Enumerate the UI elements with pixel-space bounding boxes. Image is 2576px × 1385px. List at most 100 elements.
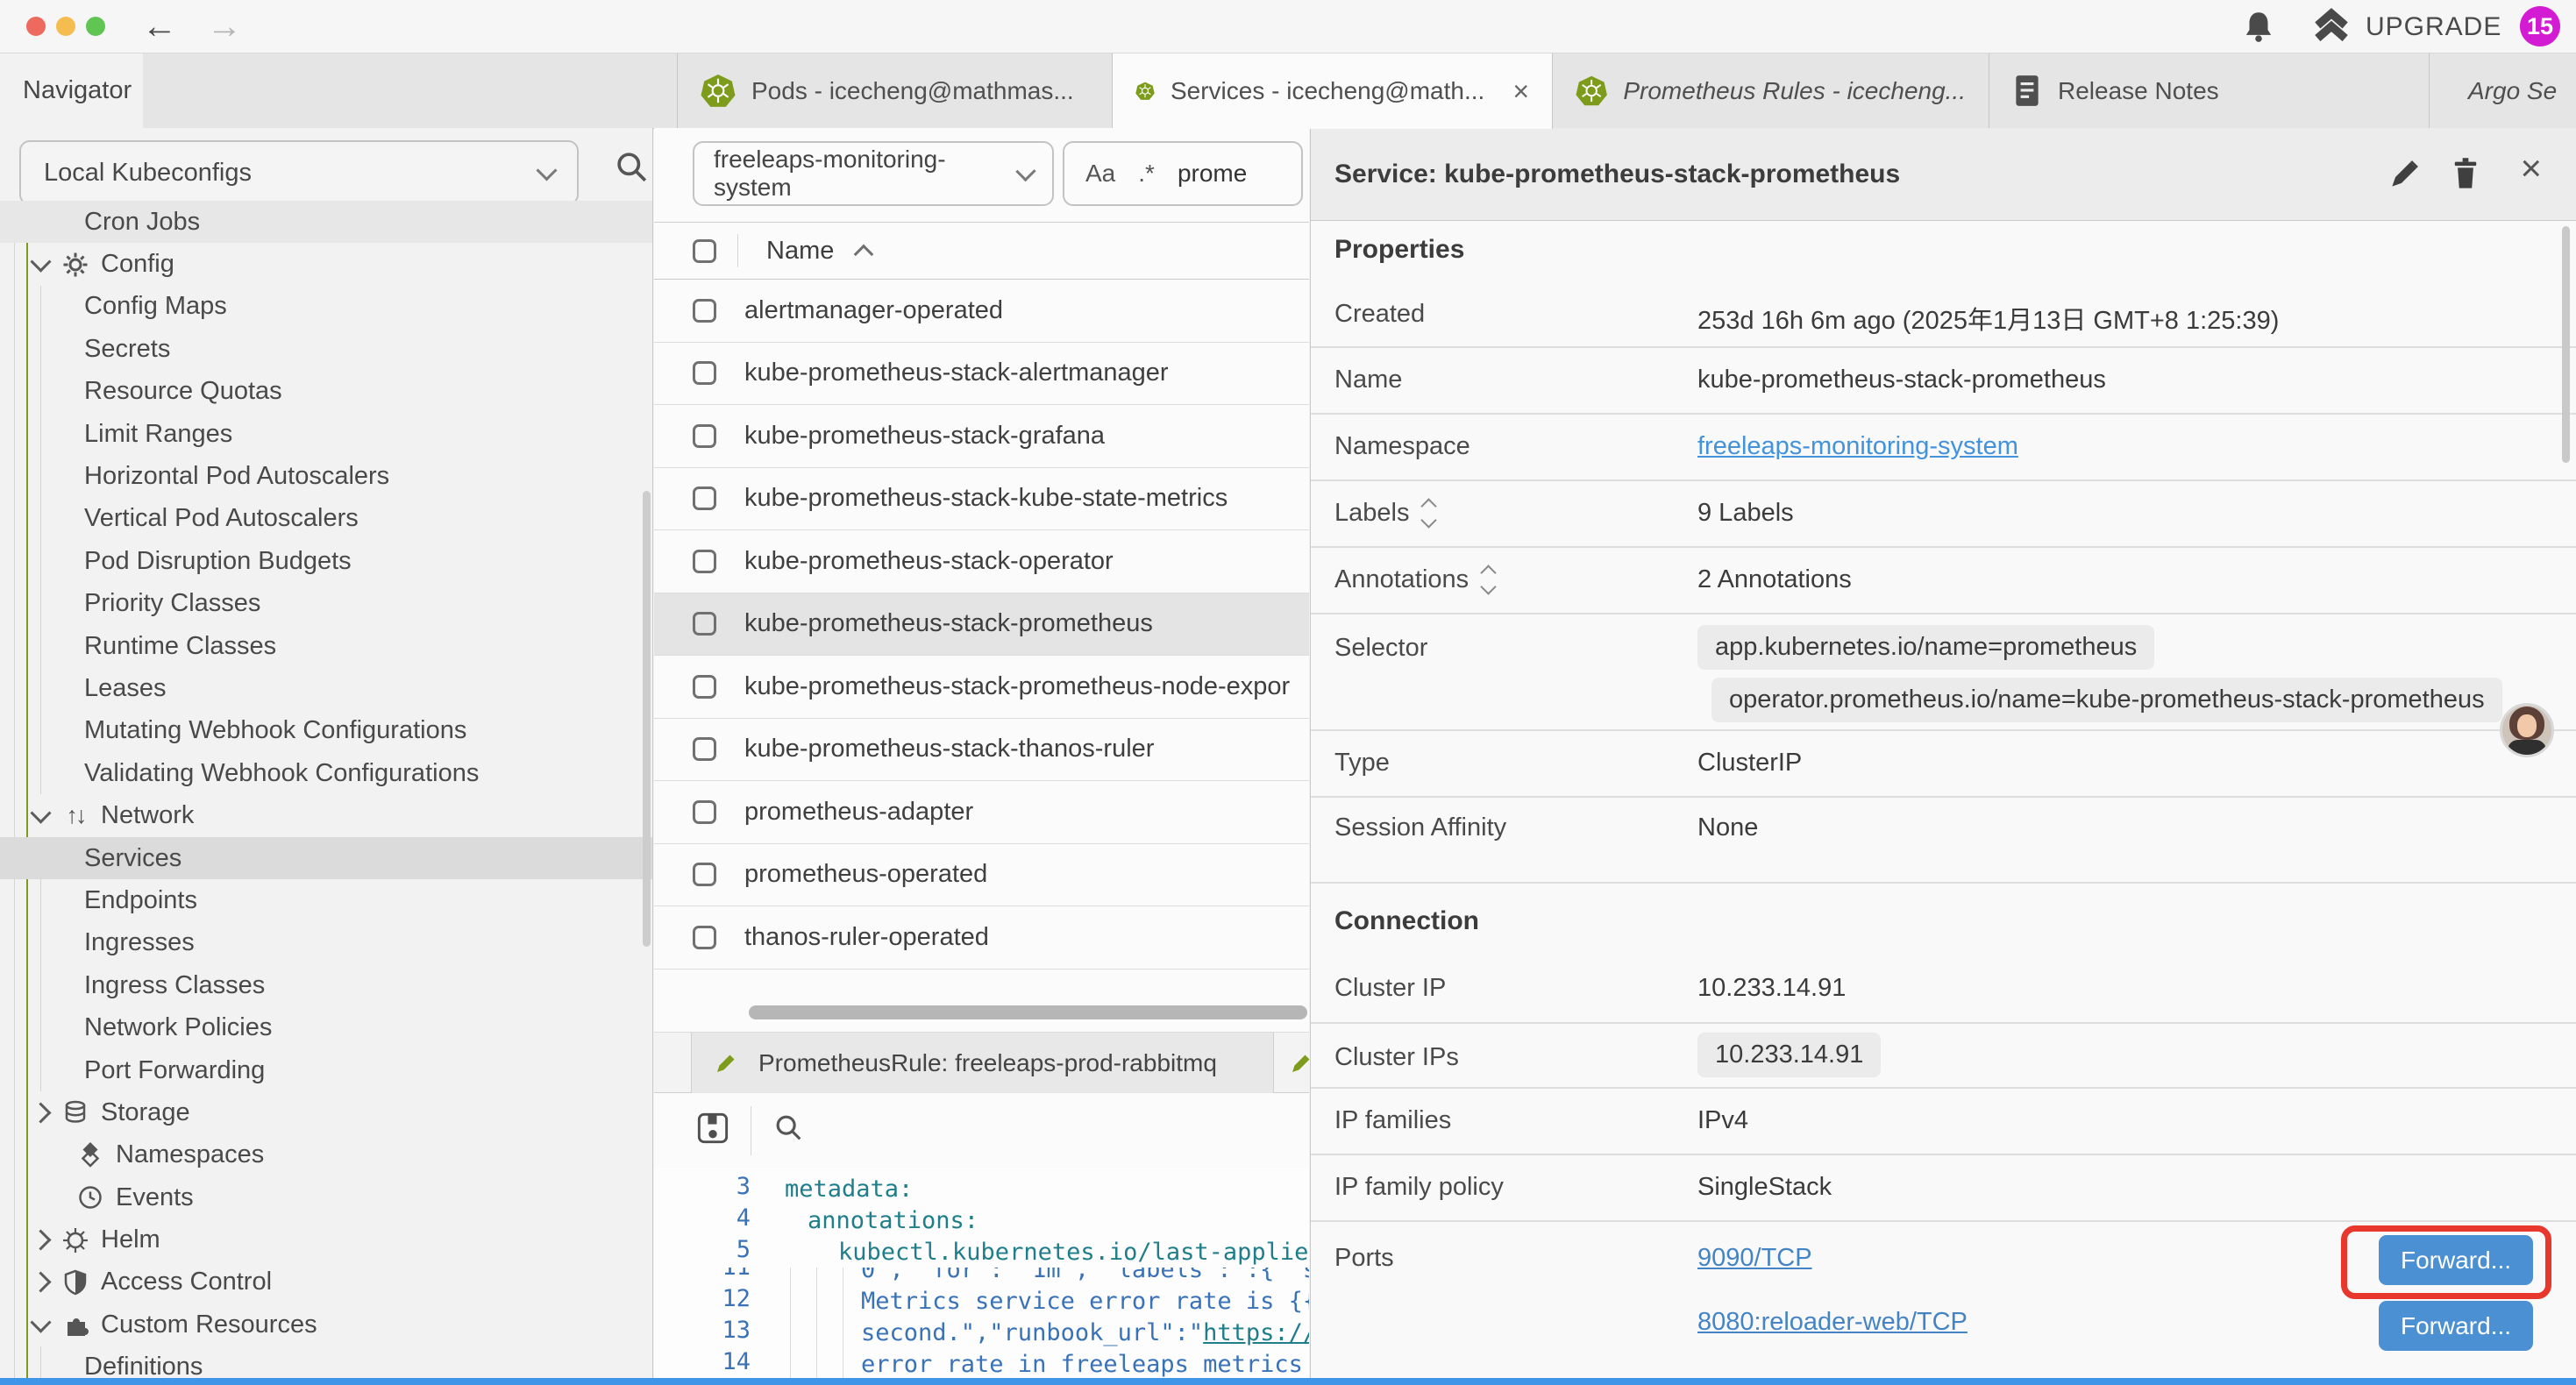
- sidebar-search-icon[interactable]: [614, 149, 651, 190]
- table-row[interactable]: prometheus-operated: [654, 844, 1309, 907]
- row-checkbox[interactable]: [693, 612, 716, 636]
- tab-pods[interactable]: Pods - icecheng@mathmas...: [677, 53, 1113, 128]
- tab-release-notes[interactable]: Release Notes: [1989, 53, 2430, 128]
- search-input[interactable]: Aa .* prome: [1063, 141, 1303, 206]
- table-row[interactable]: kube-prometheus-stack-kube-state-metrics: [654, 468, 1309, 531]
- row-checkbox[interactable]: [693, 863, 716, 886]
- editor-search-icon[interactable]: [772, 1112, 806, 1149]
- sidebar-group-network[interactable]: ↑↓ Network: [0, 794, 653, 836]
- match-case-toggle[interactable]: Aa: [1085, 160, 1115, 188]
- row-checkbox[interactable]: [693, 299, 716, 323]
- code-line: error rate in freeleaps metrics ser: [861, 1351, 1309, 1378]
- sidebar-item-events[interactable]: Events: [0, 1176, 653, 1218]
- sidebar-item-ingresses[interactable]: Ingresses: [0, 922, 653, 964]
- forward-arrow-icon[interactable]: →: [207, 4, 242, 49]
- row-checkbox[interactable]: [693, 487, 716, 510]
- sidebar-item-horizontal-pod-autoscalers[interactable]: Horizontal Pod Autoscalers: [0, 455, 653, 497]
- sidebar-item-leases[interactable]: Leases: [0, 667, 653, 709]
- row-checkbox[interactable]: [693, 675, 716, 699]
- property-row-ports: Ports 9090/TCP Forward... 8080:reloader-…: [1311, 1222, 2576, 1378]
- table-row[interactable]: alertmanager-operated: [654, 280, 1309, 343]
- sidebar-item-pod-disruption-budgets[interactable]: Pod Disruption Budgets: [0, 540, 653, 582]
- table-row[interactable]: kube-prometheus-stack-grafana: [654, 405, 1309, 468]
- expand-collapse-icon[interactable]: [1423, 501, 1434, 526]
- line-number: 12: [654, 1285, 751, 1312]
- tab-argo[interactable]: Argo Se: [2430, 53, 2576, 128]
- back-arrow-icon[interactable]: ←: [142, 4, 177, 49]
- close-tab-icon[interactable]: ×: [1512, 75, 1529, 108]
- sidebar-group-access-control[interactable]: Access Control: [0, 1261, 653, 1303]
- table-row[interactable]: kube-prometheus-stack-operator: [654, 530, 1309, 593]
- service-rows: alertmanager-operated kube-prometheus-st…: [654, 280, 1309, 970]
- row-checkbox[interactable]: [693, 737, 716, 761]
- forward-button[interactable]: Forward...: [2379, 1301, 2533, 1351]
- sidebar-item-vertical-pod-autoscalers[interactable]: Vertical Pod Autoscalers: [0, 498, 653, 540]
- sidebar-item-validating-webhook-configurations[interactable]: Validating Webhook Configurations: [0, 752, 653, 794]
- table-row[interactable]: kube-prometheus-stack-prometheus-node-ex…: [654, 656, 1309, 719]
- select-all-checkbox[interactable]: [693, 239, 716, 263]
- namespace-filter-select[interactable]: freeleaps-monitoring-system: [693, 141, 1054, 206]
- table-row-selected[interactable]: kube-prometheus-stack-prometheus: [654, 593, 1309, 657]
- sidebar-item-limit-ranges[interactable]: Limit Ranges: [0, 413, 653, 455]
- sidebar-item-port-forwarding[interactable]: Port Forwarding: [0, 1049, 653, 1091]
- maximize-traffic-light[interactable]: [86, 17, 105, 36]
- property-row-labels: Labels 9 Labels: [1311, 481, 2576, 548]
- sidebar-item-runtime-classes[interactable]: Runtime Classes: [0, 625, 653, 667]
- table-row[interactable]: kube-prometheus-stack-thanos-ruler: [654, 719, 1309, 782]
- sidebar-group-config[interactable]: Config: [0, 243, 653, 285]
- sidebar-item-namespaces[interactable]: Namespaces: [0, 1134, 653, 1176]
- notifications-badge[interactable]: 15: [2520, 6, 2560, 46]
- row-checkbox[interactable]: [693, 800, 716, 824]
- port-link[interactable]: 9090/TCP: [1697, 1244, 1812, 1273]
- sidebar-item-config-maps[interactable]: Config Maps: [0, 286, 653, 328]
- yaml-editor[interactable]: 3metadata: 4annotations: 5kubectl.kubern…: [654, 1168, 1309, 1378]
- sidebar-item-endpoints[interactable]: Endpoints: [0, 879, 653, 921]
- sidebar-group-custom-resources[interactable]: Custom Resources: [0, 1303, 653, 1346]
- tab-prometheus-rules[interactable]: Prometheus Rules - icecheng...: [1553, 53, 1989, 128]
- upgrade-button[interactable]: UPGRADE: [2311, 7, 2501, 47]
- bell-icon[interactable]: [2241, 9, 2276, 50]
- row-checkbox[interactable]: [693, 926, 716, 949]
- table-row[interactable]: thanos-ruler-operated: [654, 906, 1309, 970]
- sidebar-item-definitions[interactable]: Definitions: [0, 1346, 653, 1378]
- sidebar-item-resource-quotas[interactable]: Resource Quotas: [0, 371, 653, 413]
- name-column-header[interactable]: Name: [766, 237, 834, 266]
- expand-collapse-icon[interactable]: [1483, 567, 1494, 593]
- minimize-traffic-light[interactable]: [56, 17, 75, 36]
- save-icon[interactable]: [696, 1112, 729, 1149]
- chevron-right-icon: [30, 1102, 51, 1123]
- table-row[interactable]: prometheus-adapter: [654, 781, 1309, 844]
- port-link[interactable]: 8080:reloader-web/TCP: [1697, 1308, 1968, 1337]
- forward-button[interactable]: Forward...: [2379, 1235, 2533, 1285]
- sidebar-item-cron-jobs[interactable]: Cron Jobs: [0, 201, 653, 243]
- navigator-panel-tab[interactable]: Navigator: [0, 53, 143, 128]
- details-scrollbar[interactable]: [2562, 226, 2570, 463]
- tab-services[interactable]: Services - icecheng@math... ×: [1113, 53, 1553, 129]
- row-checkbox[interactable]: [693, 361, 716, 385]
- assistant-avatar[interactable]: [2500, 703, 2554, 757]
- table-row[interactable]: kube-prometheus-stack-alertmanager: [654, 343, 1309, 406]
- sidebar-group-storage[interactable]: Storage: [0, 1091, 653, 1133]
- sidebar-item-priority-classes[interactable]: Priority Classes: [0, 583, 653, 625]
- sidebar-item-mutating-webhook-configurations[interactable]: Mutating Webhook Configurations: [0, 710, 653, 752]
- regex-toggle[interactable]: .*: [1138, 160, 1155, 188]
- clipped-code-line: 110", "for": "1m", "labels": :{ "service…: [654, 1268, 1309, 1285]
- chevron-right-icon: [30, 1230, 51, 1251]
- kubeconfig-selector[interactable]: Local Kubeconfigs: [19, 140, 579, 205]
- edit-pencil-icon[interactable]: [2387, 156, 2423, 195]
- sidebar-group-helm[interactable]: Helm: [0, 1218, 653, 1261]
- close-panel-icon[interactable]: ×: [2520, 147, 2542, 189]
- row-checkbox[interactable]: [693, 550, 716, 573]
- sidebar-item-network-policies[interactable]: Network Policies: [0, 1006, 653, 1048]
- sidebar-item-ingress-classes[interactable]: Ingress Classes: [0, 964, 653, 1006]
- sidebar-scrollbar[interactable]: [643, 491, 651, 947]
- close-traffic-light[interactable]: [26, 17, 46, 36]
- sidebar-item-services[interactable]: Services: [0, 837, 653, 879]
- sidebar-item-secrets[interactable]: Secrets: [0, 328, 653, 370]
- namespace-link[interactable]: freeleaps-monitoring-system: [1697, 432, 2018, 461]
- trash-icon[interactable]: [2449, 156, 2482, 195]
- property-row-ip-family-policy: IP family policy SingleStack: [1311, 1155, 2576, 1222]
- row-checkbox[interactable]: [693, 424, 716, 448]
- horizontal-scrollbar[interactable]: [749, 1005, 1307, 1019]
- editor-tab-prometheusrule[interactable]: PrometheusRule: freeleaps-prod-rabbitmq: [691, 1033, 1274, 1093]
